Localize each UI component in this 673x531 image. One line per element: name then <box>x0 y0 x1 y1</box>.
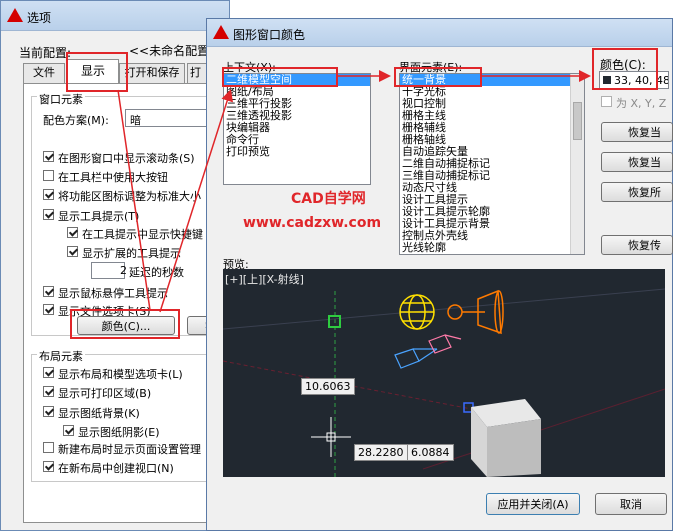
restore-current-element-button[interactable]: 恢复当 <box>601 122 673 142</box>
checkbox-extended-tooltips[interactable]: 显示扩展的工具提示 <box>67 245 181 261</box>
checkbox-label: 显示鼠标悬停工具提示 <box>58 287 168 300</box>
apply-close-button[interactable]: 应用并关闭(A) <box>486 493 580 515</box>
checkbox-box <box>43 209 54 220</box>
layout-elements-heading: 布局元素 <box>37 348 85 364</box>
checkbox-rollover-tooltips[interactable]: 显示鼠标悬停工具提示 <box>43 285 168 301</box>
checkbox-label: 显示可打印区域(B) <box>58 387 152 400</box>
checkbox-box <box>43 386 54 397</box>
checkbox-large-buttons[interactable]: 在工具栏中使用大按钮 <box>43 169 168 185</box>
highlight-element-item <box>394 67 482 87</box>
camera-icon <box>394 348 438 369</box>
tab-open-save-label: 打开和保存 <box>124 66 180 79</box>
color-scheme-label: 配色方案(M): <box>43 114 109 127</box>
dimension-label-1: 10.6063 <box>301 378 355 395</box>
tab-open-save[interactable]: 打开和保存 <box>119 63 185 83</box>
watermark-url: www.cadzxw.com <box>243 215 382 231</box>
crosshair-icon <box>311 417 351 457</box>
watermark-title: CAD自学网 <box>291 191 366 207</box>
highlight-color-field <box>592 48 658 90</box>
pink-light-icon <box>428 334 462 354</box>
checkbox-box <box>43 286 54 297</box>
checkbox-box <box>43 189 54 200</box>
restore-classic-colors-button[interactable]: 恢复传 <box>601 235 673 255</box>
autocad-logo-icon <box>213 25 229 39</box>
checkbox-label: 显示扩展的工具提示 <box>82 247 181 260</box>
restore-current-context-button[interactable]: 恢复当 <box>601 152 673 172</box>
element-list-scrollbar[interactable] <box>570 74 584 254</box>
checkbox-ribbon-icons[interactable]: 将功能区图标调整为标准大小 <box>43 188 201 204</box>
current-profile-label: 当前配置: <box>19 46 72 60</box>
checkbox-paper-shadow[interactable]: 显示图纸阴影(E) <box>63 424 160 440</box>
checkbox-label: 在新布局中创建视口(N) <box>58 462 174 475</box>
interface-element-list[interactable]: 统一背景 十字光标 视口控制 栅格主线 栅格辅线 栅格轴线 自动追踪矢量 二维自… <box>399 73 585 255</box>
color-scheme-value: 暗 <box>130 114 141 127</box>
checkbox-tooltips[interactable]: 显示工具提示(T) <box>43 208 139 224</box>
delay-input[interactable]: 2 <box>91 262 127 279</box>
checkbox-paper-background[interactable]: 显示图纸背景(K) <box>43 405 140 421</box>
checkbox-label: 在工具提示中显示快捷键 <box>82 228 203 241</box>
highlight-colors-button <box>70 309 180 339</box>
context-list[interactable]: 二维模型空间 图纸/布局 三维平行投影 三维透视投影 块编辑器 命令行 打印预览 <box>223 73 371 185</box>
checkbox-page-setup-manager[interactable]: 新建布局时显示页面设置管理 <box>43 441 201 457</box>
checkbox-box <box>43 304 54 315</box>
scroll-thumb[interactable] <box>573 102 582 140</box>
spotlight-icon <box>447 289 504 335</box>
checkbox-layout-tabs[interactable]: 显示布局和模型选项卡(L) <box>43 366 183 382</box>
checkbox-label: 显示图纸阴影(E) <box>78 426 160 439</box>
tab-files-label: 文件 <box>33 66 55 79</box>
checkbox-scrollbars[interactable]: 在图形窗口中显示滚动条(S) <box>43 150 195 166</box>
checkbox-box <box>43 442 54 453</box>
box-3d-icon <box>471 399 541 477</box>
highlight-display-tab <box>66 52 128 92</box>
element-item[interactable]: 光线轮廓 <box>400 242 584 254</box>
checkbox-create-viewport[interactable]: 在新布局中创建视口(N) <box>43 460 174 476</box>
checkbox-label: 在图形窗口中显示滚动条(S) <box>58 152 195 165</box>
cancel-button[interactable]: 取消 <box>595 493 667 515</box>
options-title: 选项 <box>27 11 52 25</box>
checkbox-shortcut-keys[interactable]: 在工具提示中显示快捷键 <box>67 226 203 242</box>
color-dialog: 图形窗口颜色 上下文(X): 二维模型空间 图纸/布局 三维平行投影 三维透视投… <box>206 18 673 531</box>
checkbox-box <box>43 367 54 378</box>
checkbox-box <box>601 96 612 107</box>
context-item[interactable]: 打印预览 <box>224 146 370 158</box>
checkbox-label: 新建布局时显示页面设置管理 <box>58 443 201 456</box>
dimension-label-2: 28.2280 <box>354 444 408 461</box>
checkbox-label: 显示布局和模型选项卡(L) <box>58 368 183 381</box>
color-dialog-title: 图形窗口颜色 <box>233 28 306 42</box>
sun-light-icon <box>399 294 435 330</box>
checkbox-box <box>43 461 54 472</box>
checkbox-box <box>67 246 78 257</box>
highlight-context-item <box>222 67 338 87</box>
delay-label: 延迟的秒数 <box>129 266 184 279</box>
checkbox-label: 显示图纸背景(K) <box>58 407 140 420</box>
color-dialog-titlebar[interactable]: 图形窗口颜色 <box>207 19 672 47</box>
delay-value: 2 <box>120 264 127 277</box>
checkbox-box <box>43 170 54 181</box>
checkbox-box <box>43 151 54 162</box>
checkbox-label: 将功能区图标调整为标准大小 <box>58 190 201 203</box>
autocad-logo-icon <box>7 8 23 22</box>
tab-files[interactable]: 文件 <box>23 63 65 83</box>
window-elements-heading: 窗口元素 <box>37 91 85 107</box>
checkbox-box <box>43 406 54 417</box>
checkbox-label: 在工具栏中使用大按钮 <box>58 171 168 184</box>
checkbox-box <box>63 425 74 436</box>
options-titlebar[interactable]: 选项 <box>1 1 229 31</box>
tab-more-label: 打 <box>190 66 201 79</box>
checkbox-box <box>67 227 78 238</box>
preview-viewport: [+][上][X-射线] 10.6063 28.2280 6.0884 <box>223 269 665 477</box>
checkbox-printable-area[interactable]: 显示可打印区域(B) <box>43 385 151 401</box>
checkbox-label: 显示工具提示(T) <box>58 210 140 223</box>
checkbox-tint-xyz[interactable]: 为 X, Y, Z <box>601 95 667 111</box>
checkbox-label: 为 X, Y, Z <box>616 97 667 110</box>
dimension-label-3: 6.0884 <box>407 444 454 461</box>
restore-all-contexts-button[interactable]: 恢复所 <box>601 182 673 202</box>
